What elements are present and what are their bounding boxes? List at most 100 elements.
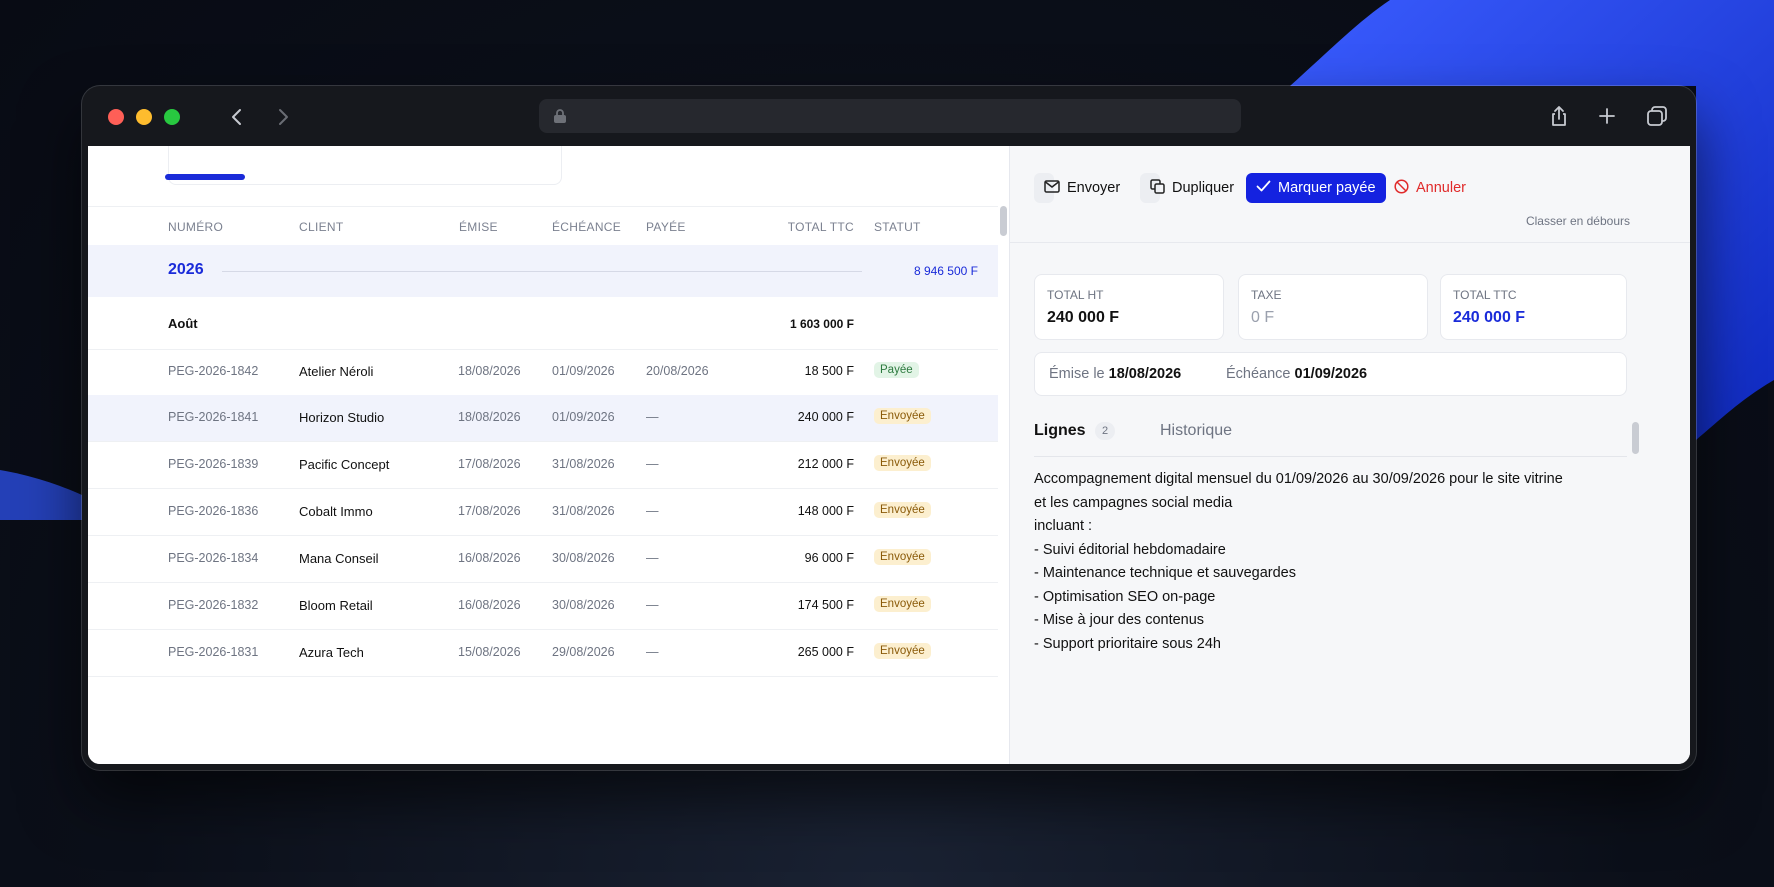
tab-lines[interactable]: Lignes <box>1034 422 1086 440</box>
year-group-row[interactable]: 2026 8 946 500 F <box>88 245 998 297</box>
cell-total: 240 000 F <box>797 410 854 424</box>
total-ttc-value: 240 000 F <box>1453 309 1526 326</box>
tax-card: TAXE 0 F <box>1238 274 1428 340</box>
table-row[interactable]: PEG-2026-1842 Atelier Néroli 18/08/2026 … <box>88 349 998 396</box>
issued-label: Émise le <box>1049 366 1105 382</box>
mark-paid-label: Marquer payée <box>1278 180 1376 196</box>
year-divider <box>222 271 862 272</box>
description-line: - Support prioritaire sous 24h <box>1034 635 1221 652</box>
cancel-button[interactable]: Annuler <box>1384 173 1476 203</box>
header-total[interactable]: TOTAL TTC <box>758 220 854 234</box>
issued-date: Émise le 18/08/2026 <box>1049 366 1181 382</box>
cell-emise: 15/08/2026 <box>458 645 521 659</box>
cell-numero: PEG-2026-1836 <box>168 504 259 518</box>
zoom-window-button[interactable] <box>164 109 180 125</box>
month-label: Août <box>168 316 198 331</box>
cell-numero: PEG-2026-1839 <box>168 457 259 471</box>
filter-bar[interactable] <box>165 146 562 185</box>
cell-emise: 17/08/2026 <box>458 457 521 471</box>
list-scrollbar[interactable] <box>1000 206 1007 236</box>
cell-total: 265 000 F <box>797 645 854 659</box>
mark-paid-button[interactable]: Marquer payée <box>1246 173 1386 203</box>
active-filter-indicator <box>165 174 245 180</box>
detail-scrollbar[interactable] <box>1632 422 1639 454</box>
send-button[interactable]: Envoyer <box>1034 173 1120 203</box>
due-label: Échéance <box>1226 366 1291 382</box>
description-line: - Maintenance technique et sauvegardes <box>1034 565 1296 581</box>
send-label: Envoyer <box>1067 180 1121 196</box>
tax-value: 0 F <box>1251 309 1275 326</box>
lock-icon <box>553 108 567 129</box>
line-description: Accompagnement digital mensuel du 01/09/… <box>1034 468 1614 656</box>
cell-numero: PEG-2026-1842 <box>168 364 259 378</box>
header-payee[interactable]: PAYÉE <box>646 220 686 234</box>
detail-tabs: Lignes 2 Historique <box>1034 416 1627 457</box>
table-row[interactable]: PEG-2026-1832 Bloom Retail 16/08/2026 30… <box>88 583 998 630</box>
table-header: NUMÉRO CLIENT ÉMISE ÉCHÉANCE PAYÉE TOTAL… <box>88 206 998 246</box>
address-bar[interactable] <box>539 99 1241 133</box>
new-tab-icon[interactable] <box>1592 101 1622 131</box>
back-chevron-icon[interactable] <box>222 102 252 132</box>
cell-payee: — <box>646 645 659 659</box>
cell-client: Azura Tech <box>299 645 364 660</box>
header-echeance[interactable]: ÉCHÉANCE <box>552 220 621 234</box>
classify-disbursement-link[interactable]: Classer en débours <box>1526 214 1630 228</box>
page-content: NUMÉRO CLIENT ÉMISE ÉCHÉANCE PAYÉE TOTAL… <box>88 146 1690 764</box>
cancel-label: Annuler <box>1416 180 1466 196</box>
forward-chevron-icon[interactable] <box>268 102 298 132</box>
minimize-window-button[interactable] <box>136 109 152 125</box>
month-group-row[interactable]: Août 1 603 000 F <box>88 297 998 350</box>
cell-payee: — <box>646 504 659 518</box>
invoice-list-panel: NUMÉRO CLIENT ÉMISE ÉCHÉANCE PAYÉE TOTAL… <box>88 146 1010 764</box>
total-ht-label: TOTAL HT <box>1047 288 1104 302</box>
cell-payee: — <box>646 457 659 471</box>
tabs-overview-icon[interactable] <box>1642 101 1672 131</box>
tab-history[interactable]: Historique <box>1160 422 1232 440</box>
status-badge: Envoyée <box>874 408 931 424</box>
cell-payee: — <box>646 410 659 424</box>
cell-total: 96 000 F <box>804 551 854 565</box>
cell-client: Pacific Concept <box>299 457 390 472</box>
header-emise[interactable]: ÉMISE <box>459 220 498 234</box>
cell-total: 174 500 F <box>797 598 854 612</box>
status-badge: Envoyée <box>874 455 931 471</box>
cell-payee: — <box>646 598 659 612</box>
header-statut[interactable]: STATUT <box>874 220 921 234</box>
status-badge: Envoyée <box>874 502 931 518</box>
status-badge: Envoyée <box>874 549 931 565</box>
table-row[interactable]: PEG-2026-1839 Pacific Concept 17/08/2026… <box>88 442 998 489</box>
duplicate-button[interactable]: Dupliquer <box>1140 173 1234 203</box>
close-window-button[interactable] <box>108 109 124 125</box>
month-total: 1 603 000 F <box>789 317 854 331</box>
description-line: - Suivi éditorial hebdomadaire <box>1034 541 1226 558</box>
duplicate-label: Dupliquer <box>1172 180 1235 196</box>
year-label: 2026 <box>168 261 204 278</box>
cell-payee: 20/08/2026 <box>646 364 709 378</box>
cell-echeance: 01/09/2026 <box>552 410 615 424</box>
cell-emise: 18/08/2026 <box>458 364 521 378</box>
header-client[interactable]: CLIENT <box>299 220 343 234</box>
header-numero[interactable]: NUMÉRO <box>168 220 223 234</box>
cell-emise: 16/08/2026 <box>458 551 521 565</box>
cell-client: Atelier Néroli <box>299 364 374 379</box>
cell-total: 212 000 F <box>797 457 854 471</box>
cell-echeance: 31/08/2026 <box>552 457 615 471</box>
table-row-selected[interactable]: PEG-2026-1841 Horizon Studio 18/08/2026 … <box>88 395 998 442</box>
browser-titlebar <box>82 86 1696 146</box>
table-row[interactable]: PEG-2026-1836 Cobalt Immo 17/08/2026 31/… <box>88 489 998 536</box>
cell-echeance: 31/08/2026 <box>552 504 615 518</box>
cell-total: 18 500 F <box>804 364 854 378</box>
description-line: incluant : <box>1034 518 1093 534</box>
total-ttc-label: TOTAL TTC <box>1453 288 1517 302</box>
browser-window: NUMÉRO CLIENT ÉMISE ÉCHÉANCE PAYÉE TOTAL… <box>82 86 1696 770</box>
table-row[interactable]: PEG-2026-1834 Mana Conseil 16/08/2026 30… <box>88 536 998 583</box>
table-row[interactable]: PEG-2026-1831 Azura Tech 15/08/2026 29/0… <box>88 630 998 677</box>
year-total: 8 946 500 F <box>913 264 978 278</box>
cell-emise: 17/08/2026 <box>458 504 521 518</box>
share-icon[interactable] <box>1544 101 1574 131</box>
description-line: Accompagnement digital mensuel du 01/09/… <box>1034 471 1563 487</box>
invoice-detail-panel: Envoyer Dupliquer Marquer payée Annuler … <box>1010 146 1690 764</box>
action-toolbar: Envoyer Dupliquer Marquer payée Annuler … <box>1010 146 1690 243</box>
copy-icon <box>1150 178 1165 198</box>
cell-payee: — <box>646 551 659 565</box>
